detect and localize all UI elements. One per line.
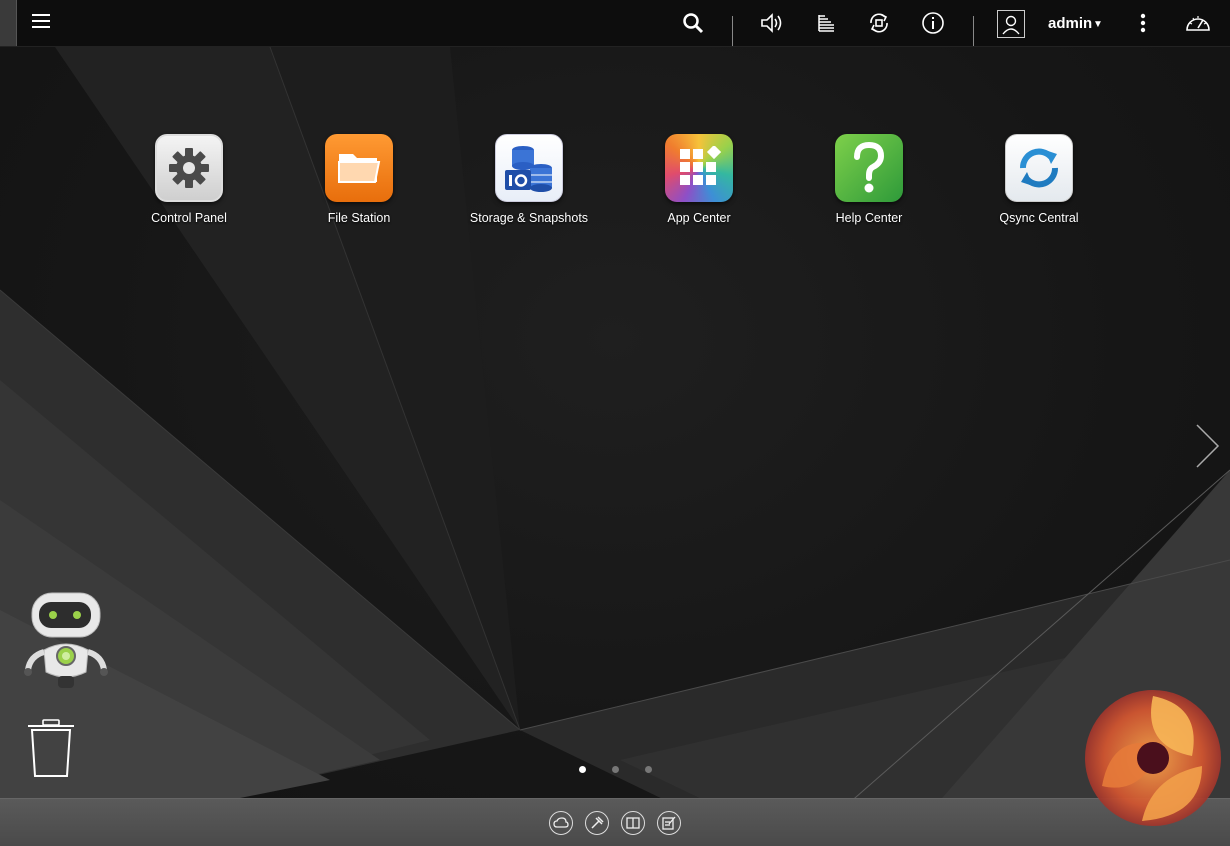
- info-icon[interactable]: [918, 8, 948, 38]
- dashboard-gauge-icon[interactable]: [1183, 8, 1213, 38]
- app-help-center[interactable]: Help Center: [784, 134, 954, 234]
- search-icon[interactable]: [678, 8, 708, 38]
- desktop: [0, 0, 1230, 846]
- page-dot-1[interactable]: [579, 766, 586, 773]
- tools-icon[interactable]: [585, 811, 609, 835]
- robot-assistant-icon[interactable]: [22, 590, 110, 690]
- app-label: File Station: [327, 211, 391, 225]
- app-qsync-central[interactable]: Qsync Central: [954, 134, 1124, 234]
- app-center-grid-icon: [665, 134, 733, 202]
- watermark-logo: [1082, 686, 1224, 831]
- app-label: Qsync Central: [999, 211, 1079, 225]
- more-options-icon[interactable]: [1128, 8, 1158, 38]
- help-center-question-icon: [835, 134, 903, 202]
- username-label[interactable]: admin: [1048, 15, 1092, 32]
- cloud-icon[interactable]: [549, 811, 573, 835]
- left-edge-handle[interactable]: [0, 0, 17, 46]
- toolbar-separator: [732, 16, 733, 46]
- app-storage-snapshots[interactable]: Storage & Snapshots: [444, 134, 614, 234]
- app-app-center[interactable]: App Center: [614, 134, 784, 234]
- app-label: App Center: [667, 211, 731, 225]
- storage-snapshots-icon: [495, 134, 563, 202]
- app-file-station[interactable]: File Station: [274, 134, 444, 234]
- bottom-dock: [0, 798, 1230, 846]
- desktop-wallpaper: [0, 46, 1230, 846]
- top-bar: admin ▼: [0, 0, 1230, 47]
- main-menu-icon[interactable]: [26, 6, 56, 36]
- volume-icon[interactable]: [757, 8, 787, 38]
- app-label: Control Panel: [151, 211, 227, 225]
- page-dot-3[interactable]: [645, 766, 652, 773]
- book-icon[interactable]: [621, 811, 645, 835]
- desktop-page-indicator: [576, 766, 656, 776]
- user-menu-caret-icon[interactable]: ▼: [1093, 19, 1103, 30]
- toolbar-separator: [973, 16, 974, 46]
- background-tasks-icon[interactable]: [811, 8, 841, 38]
- control-panel-gear-icon: [155, 134, 223, 202]
- app-label: Storage & Snapshots: [469, 211, 589, 225]
- next-page-arrow-icon[interactable]: [1192, 423, 1222, 469]
- file-station-folder-icon: [325, 134, 393, 202]
- user-avatar-icon[interactable]: [997, 10, 1025, 38]
- notes-icon[interactable]: [657, 811, 681, 835]
- page-dot-2[interactable]: [612, 766, 619, 773]
- app-label: Help Center: [835, 211, 903, 225]
- sync-status-icon[interactable]: [864, 8, 894, 38]
- recycle-bin-icon[interactable]: [26, 718, 76, 780]
- app-control-panel[interactable]: Control Panel: [104, 134, 274, 234]
- qsync-central-sync-icon: [1005, 134, 1073, 202]
